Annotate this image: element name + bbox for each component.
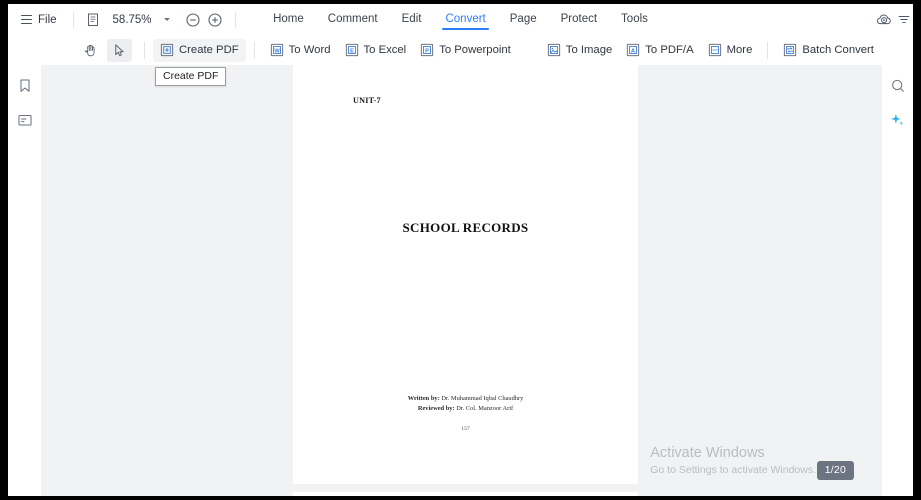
to-powerpoint-button[interactable]: P To Powerpoint [413,39,518,62]
activate-windows-watermark: Activate Windows Go to Settings to activ… [650,444,816,478]
written-by-label: Written by: [407,395,440,402]
sidebar-item-search[interactable] [886,74,910,98]
sidebar-item-comments[interactable] [13,108,37,132]
list-menu-icon [898,15,910,23]
zoom-in-button[interactable] [204,9,226,31]
document-title: SCHOOL RECORDS [402,220,529,235]
top-bar-left-group: File 58.75% [8,4,245,35]
tab-edit[interactable]: Edit [401,8,423,32]
divider [253,41,255,59]
to-image-button[interactable]: To Image [540,39,619,62]
to-word-label: To Word [288,44,331,56]
hamburger-icon [21,15,32,24]
pdf-editor-window: File 58.75% Home Comment Edit Convert Pa… [8,4,913,496]
reviewed-by-line: Reviewed by: Dr. Col. Manzoor Arif [293,404,638,414]
bookmark-panel-icon [19,79,30,92]
hand-icon [85,44,95,56]
document-page-2[interactable] [293,492,638,496]
top-bar: File 58.75% Home Comment Edit Convert Pa… [8,4,913,35]
to-image-icon [547,43,560,57]
document-viewer[interactable]: UNIT-7 SCHOOL RECORDS Written by: Dr. Mu… [41,65,882,496]
tab-comment[interactable]: Comment [327,8,379,32]
to-pdfa-label: To PDF/A [645,44,694,56]
more-button[interactable]: More [701,39,760,62]
batch-convert-label: Batch Convert [802,44,874,56]
to-word-icon: W [270,43,283,57]
overflow-menu-button[interactable] [897,9,911,31]
left-sidebar [8,65,41,496]
file-menu-label: File [38,13,57,26]
written-by-line: Written by: Dr. Muhammad Iqbal Chaudhry [293,394,638,404]
watermark-subtitle: Go to Settings to activate Windows. [650,464,816,476]
to-word-button[interactable]: W To Word [263,39,338,62]
svg-text:E: E [350,48,354,54]
more-label: More [726,44,753,56]
tab-protect[interactable]: Protect [560,8,598,32]
document-page-number: 157 [461,426,470,432]
sidebar-item-ai-assistant[interactable] [886,108,910,132]
zoom-out-button[interactable] [182,9,204,31]
workspace: UNIT-7 SCHOOL RECORDS Written by: Dr. Mu… [8,65,913,496]
svg-text:W: W [274,48,280,54]
cursor-arrow-icon [115,43,124,56]
to-excel-icon: E [345,43,358,57]
document-unit-heading: UNIT-7 [353,96,381,105]
tab-convert[interactable]: Convert [442,8,490,32]
divider [72,11,74,28]
divider [144,41,145,59]
tab-page[interactable]: Page [509,8,538,32]
zoom-level-display[interactable]: 58.75% [105,14,160,26]
more-icon [708,43,721,57]
to-pdfa-button[interactable]: A To PDF/A [619,39,700,62]
create-pdf-tooltip: Create PDF [155,67,227,86]
to-powerpoint-label: To Powerpoint [439,44,511,56]
ai-sparkle-icon [891,113,904,126]
document-page-icon [88,13,99,26]
cloud-sync-button[interactable] [873,9,895,31]
create-pdf-icon [160,43,174,57]
batch-convert-button[interactable]: Batch Convert [776,39,881,62]
batch-convert-icon [784,43,797,57]
top-bar-right-group [873,4,913,35]
select-tool-button[interactable] [107,38,132,62]
written-by-value: Dr. Muhammad Iqbal Chaudhry [441,395,524,402]
cloud-icon [876,13,891,24]
zoom-out-icon [185,12,200,27]
divider [234,11,236,28]
page-fit-button[interactable] [83,9,105,31]
divider [767,41,769,59]
reviewed-by-label: Reviewed by: [417,404,455,412]
to-powerpoint-icon: P [421,43,434,57]
zoom-dropdown-caret-icon[interactable] [160,11,174,29]
convert-ribbon-toolbar: Create PDF W To Word E To Excel P To Pow… [8,35,913,65]
page-indicator-badge: 1/20 [816,461,854,480]
sidebar-item-bookmarks[interactable] [13,74,37,98]
svg-text:P: P [425,48,429,54]
zoom-in-icon [207,12,222,27]
comment-panel-icon [17,114,32,126]
document-credits: Written by: Dr. Muhammad Iqbal Chaudhry … [293,394,638,414]
tab-tools[interactable]: Tools [620,8,649,32]
to-excel-button[interactable]: E To Excel [338,39,414,62]
tab-home[interactable]: Home [272,8,305,32]
to-excel-label: To Excel [363,44,407,56]
reviewed-by-value: Dr. Col. Manzoor Arif [456,404,514,412]
hand-tool-button[interactable] [78,39,103,62]
watermark-title: Activate Windows [650,445,765,461]
create-pdf-button[interactable]: Create PDF [153,38,246,62]
create-pdf-label: Create PDF [179,44,239,56]
search-icon [891,79,904,92]
to-pdfa-icon: A [627,43,640,57]
to-image-label: To Image [565,44,613,56]
document-page-1[interactable]: UNIT-7 SCHOOL RECORDS Written by: Dr. Mu… [293,65,638,484]
right-sidebar [882,65,913,496]
file-menu-button[interactable]: File [18,11,64,29]
